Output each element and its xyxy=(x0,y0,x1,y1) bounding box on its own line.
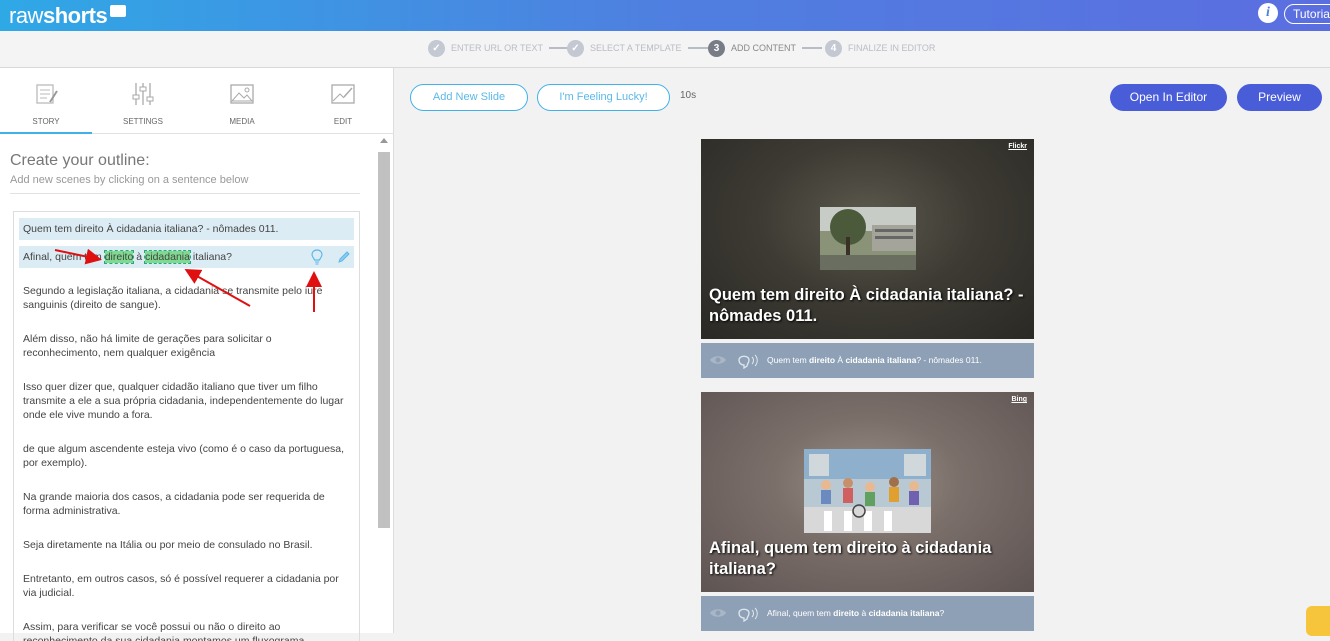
eye-icon[interactable] xyxy=(709,607,727,619)
tutorial-button[interactable]: Tutorial xyxy=(1284,4,1330,24)
eye-icon[interactable] xyxy=(709,354,727,366)
divider xyxy=(10,193,360,194)
caption-text: ? xyxy=(939,608,945,618)
caption-bold: direito xyxy=(809,355,836,365)
caption-bold: cidadania italiana xyxy=(868,608,940,618)
slide-thumbnail-image xyxy=(820,207,916,270)
step-label: SELECT A TEMPLATE xyxy=(590,43,682,53)
step-add-content: 3 ADD CONTENT xyxy=(708,39,822,57)
slide-title: Afinal, quem tem direito à cidadania ita… xyxy=(709,539,992,578)
edit-image-icon xyxy=(331,84,355,104)
story-icon xyxy=(36,84,58,104)
sentence-item[interactable]: Na grande maioria dos casos, a cidadania… xyxy=(19,486,354,522)
outline-subtitle: Add new scenes by clicking on a sentence… xyxy=(10,174,249,186)
voice-icon[interactable] xyxy=(736,352,762,369)
logo-text-bold: shorts xyxy=(42,3,108,28)
keyword-highlight[interactable]: cidadania xyxy=(144,250,191,264)
sentence-item[interactable]: de que algum ascendente esteja vivo (com… xyxy=(19,438,354,474)
check-circle-icon: ✓ xyxy=(567,39,584,57)
sliders-icon xyxy=(132,83,154,105)
left-panel: STORY SETTINGS MEDIA EDIT Create your ou… xyxy=(0,68,394,641)
logo-text-light: raw xyxy=(9,3,43,28)
progress-steps: ✓ ENTER URL OR TEXT ✓ SELECT A TEMPLATE … xyxy=(0,31,1330,68)
caption-text: Afinal, quem tem xyxy=(767,608,834,618)
slide-title: Quem tem direito À cidadania italiana? -… xyxy=(709,286,1024,325)
tab-settings[interactable]: SETTINGS xyxy=(97,68,189,134)
chat-widget-icon[interactable] xyxy=(1306,606,1330,636)
add-new-slide-button[interactable]: Add New Slide xyxy=(410,84,528,111)
sentence-item-selected[interactable]: Quem tem direito À cidadania italiana? -… xyxy=(19,218,354,240)
scroll-thumb[interactable] xyxy=(378,152,390,528)
image-source-link[interactable]: Flickr xyxy=(1008,143,1027,150)
slide-background[interactable]: Flickr Quem tem direito À cidadania ital… xyxy=(701,139,1034,339)
caption-text: Quem tem xyxy=(767,355,810,365)
check-circle-icon: ✓ xyxy=(428,39,445,57)
scroll-up-icon[interactable] xyxy=(380,138,388,143)
sentence-item[interactable]: Seja diretamente na Itália ou por meio d… xyxy=(19,534,354,556)
sentence-text: Quem tem direito À cidadania italiana? -… xyxy=(23,223,279,235)
slide-thumbnail-image xyxy=(804,449,931,533)
step-number: 4 xyxy=(825,39,842,57)
voice-icon[interactable] xyxy=(736,605,762,622)
scrollbar[interactable] xyxy=(376,138,392,633)
app-logo[interactable]: rawshorts xyxy=(9,3,127,29)
sentence-item[interactable]: Assim, para verificar se você possui ou … xyxy=(19,616,354,641)
top-bar: rawshorts i Tutorial xyxy=(0,0,1330,31)
logo-chat-icon xyxy=(110,5,127,17)
outline-title: Create your outline: xyxy=(10,152,150,169)
sentence-item[interactable]: Isso quer dizer que, qualquer cidadão it… xyxy=(19,376,354,426)
image-source-link[interactable]: Bing xyxy=(1011,396,1027,403)
sentence-text-part: à xyxy=(133,251,145,263)
slide-caption: Quem tem direito À cidadania italiana? -… xyxy=(767,355,982,365)
step-finalize: 4 FINALIZE IN EDITOR xyxy=(825,39,935,57)
step-enter-url: ✓ ENTER URL OR TEXT xyxy=(428,39,570,57)
caption-text: À xyxy=(835,355,846,365)
tab-label: STORY xyxy=(32,117,60,126)
step-number: 3 xyxy=(708,39,725,57)
caption-text: à xyxy=(859,608,869,618)
step-connector xyxy=(802,47,822,49)
tab-media[interactable]: MEDIA xyxy=(196,68,288,134)
sentence-text-part: italiana? xyxy=(189,251,232,263)
keyword-highlight[interactable]: direito xyxy=(103,250,135,264)
slide-caption-bar: Afinal, quem tem direito à cidadania ita… xyxy=(701,596,1034,631)
sentence-item[interactable]: Além disso, não há limite de gerações pa… xyxy=(19,328,354,364)
sentence-item-selected[interactable]: Afinal, quem tem direito à cidadania ita… xyxy=(19,246,354,268)
pencil-icon[interactable] xyxy=(337,250,351,264)
panel-tabs: STORY SETTINGS MEDIA EDIT xyxy=(0,68,394,134)
caption-bold: direito xyxy=(833,608,860,618)
tab-label: MEDIA xyxy=(229,117,255,126)
lightbulb-icon[interactable] xyxy=(311,249,323,265)
step-label: FINALIZE IN EDITOR xyxy=(848,43,936,53)
sentence-text-part: Afinal, quem tem xyxy=(23,251,105,263)
action-bar: Add New Slide I'm Feeling Lucky! 10s Ope… xyxy=(395,68,1330,128)
slide-background[interactable]: Bing Afinal, quem tem direito à cidadani… xyxy=(701,392,1034,592)
feeling-lucky-button[interactable]: I'm Feeling Lucky! xyxy=(537,84,670,111)
step-connector xyxy=(687,47,708,49)
slide-card[interactable]: Flickr Quem tem direito À cidadania ital… xyxy=(701,139,1034,378)
step-select-template: ✓ SELECT A TEMPLATE xyxy=(567,39,708,57)
caption-text: ? - nômades 011. xyxy=(916,355,982,365)
sentence-item[interactable]: Segundo a legislação italiana, a cidadan… xyxy=(19,280,354,316)
tab-edit[interactable]: EDIT xyxy=(297,68,389,134)
step-label: ENTER URL OR TEXT xyxy=(451,43,544,53)
slide-caption: Afinal, quem tem direito à cidadania ita… xyxy=(767,608,944,618)
slide-caption-bar: Quem tem direito À cidadania italiana? -… xyxy=(701,343,1034,378)
tab-label: SETTINGS xyxy=(122,117,163,126)
sentence-list: Quem tem direito À cidadania italiana? -… xyxy=(13,211,360,641)
tab-story[interactable]: STORY xyxy=(0,68,92,134)
caption-bold: cidadania italiana xyxy=(845,355,917,365)
preview-button[interactable]: Preview xyxy=(1237,84,1322,111)
open-in-editor-button[interactable]: Open In Editor xyxy=(1110,84,1227,111)
tab-label: EDIT xyxy=(333,117,353,126)
slide-card[interactable]: Bing Afinal, quem tem direito à cidadani… xyxy=(701,392,1034,631)
info-icon[interactable]: i xyxy=(1258,3,1278,23)
duration-label: 10s xyxy=(680,90,697,101)
sentence-item[interactable]: Entretanto, em outros casos, só é possív… xyxy=(19,568,354,604)
step-label: ADD CONTENT xyxy=(731,43,796,53)
image-icon xyxy=(230,84,254,104)
